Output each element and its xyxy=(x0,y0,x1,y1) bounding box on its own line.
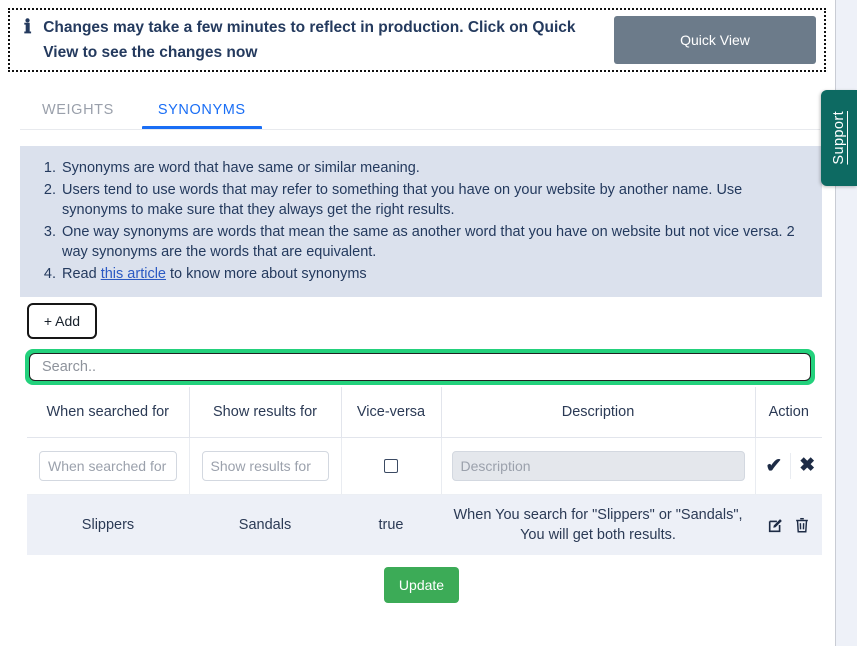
support-tab-label: Support xyxy=(831,111,847,165)
search-input[interactable] xyxy=(29,353,811,381)
tab-synonyms[interactable]: SYNONYMS xyxy=(136,102,268,130)
header-when-searched-for: When searched for xyxy=(27,387,189,437)
quick-view-button[interactable]: Quick View xyxy=(614,16,816,64)
new-show-results-for-input[interactable] xyxy=(202,451,329,481)
update-button[interactable]: Update xyxy=(384,567,459,603)
cell-new-description xyxy=(441,437,755,494)
table-body: ✔✖ Slippers Sandals true When You search… xyxy=(27,437,822,555)
new-synonym-row: ✔✖ xyxy=(27,437,822,494)
table-header: When searched for Show results for Vice-… xyxy=(27,387,822,437)
instruction-item-1: Synonyms are word that have same or simi… xyxy=(60,158,806,179)
synonyms-table: When searched for Show results for Vice-… xyxy=(27,387,822,555)
banner-message: Changes may take a few minutes to reflec… xyxy=(31,15,614,65)
cell-new-show-results-for xyxy=(189,437,341,494)
cell-show-results-for: Sandals xyxy=(189,494,341,555)
instructions-list: Synonyms are word that have same or simi… xyxy=(30,158,806,284)
header-description: Description xyxy=(441,387,755,437)
instruction-4-prefix: Read xyxy=(62,266,101,282)
header-vice-versa: Vice-versa xyxy=(341,387,441,437)
cell-description: When You search for "Slippers" or "Sanda… xyxy=(441,494,755,555)
header-action: Action xyxy=(755,387,822,437)
cell-when-searched-for: Slippers xyxy=(27,494,189,555)
cell-new-when-searched-for xyxy=(27,437,189,494)
settings-tabs: WEIGHTS SYNONYMS xyxy=(20,88,820,130)
edit-icon[interactable] xyxy=(767,516,785,534)
info-icon: ℹ xyxy=(24,15,31,39)
action-divider xyxy=(790,453,791,479)
trash-icon[interactable] xyxy=(793,516,811,534)
synonyms-instructions-panel: Synonyms are word that have same or simi… xyxy=(20,146,822,297)
support-tab[interactable]: Support xyxy=(821,90,857,186)
new-description-input[interactable] xyxy=(452,451,745,481)
banner-inner: ℹ Changes may take a few minutes to refl… xyxy=(10,15,824,65)
instruction-4-suffix: to know more about synonyms xyxy=(166,266,367,282)
cell-actions xyxy=(755,494,822,555)
cell-new-vice-versa xyxy=(341,437,441,494)
instruction-item-4: Read this article to know more about syn… xyxy=(60,264,806,285)
table-row: Slippers Sandals true When You search fo… xyxy=(27,494,822,555)
tab-weights[interactable]: WEIGHTS xyxy=(20,102,136,130)
add-synonym-button[interactable]: + Add xyxy=(27,303,97,339)
table-header-row: When searched for Show results for Vice-… xyxy=(27,387,822,437)
tabs-divider xyxy=(20,129,820,130)
cancel-icon[interactable]: ✖ xyxy=(795,456,819,475)
page-root: ℹ Changes may take a few minutes to refl… xyxy=(0,0,857,646)
search-highlight-ring xyxy=(25,349,815,385)
new-when-searched-for-input[interactable] xyxy=(39,451,177,481)
instruction-item-3: One way synonyms are words that mean the… xyxy=(60,222,806,263)
cell-vice-versa: true xyxy=(341,494,441,555)
this-article-link[interactable]: this article xyxy=(101,266,166,282)
confirm-icon[interactable]: ✔ xyxy=(762,456,787,476)
main-content: ℹ Changes may take a few minutes to refl… xyxy=(0,0,835,646)
new-vice-versa-checkbox[interactable] xyxy=(384,459,398,473)
header-show-results-for: Show results for xyxy=(189,387,341,437)
cell-new-actions: ✔✖ xyxy=(755,437,822,494)
instruction-item-2: Users tend to use words that may refer t… xyxy=(60,180,806,221)
production-notice-banner: ℹ Changes may take a few minutes to refl… xyxy=(8,8,826,72)
